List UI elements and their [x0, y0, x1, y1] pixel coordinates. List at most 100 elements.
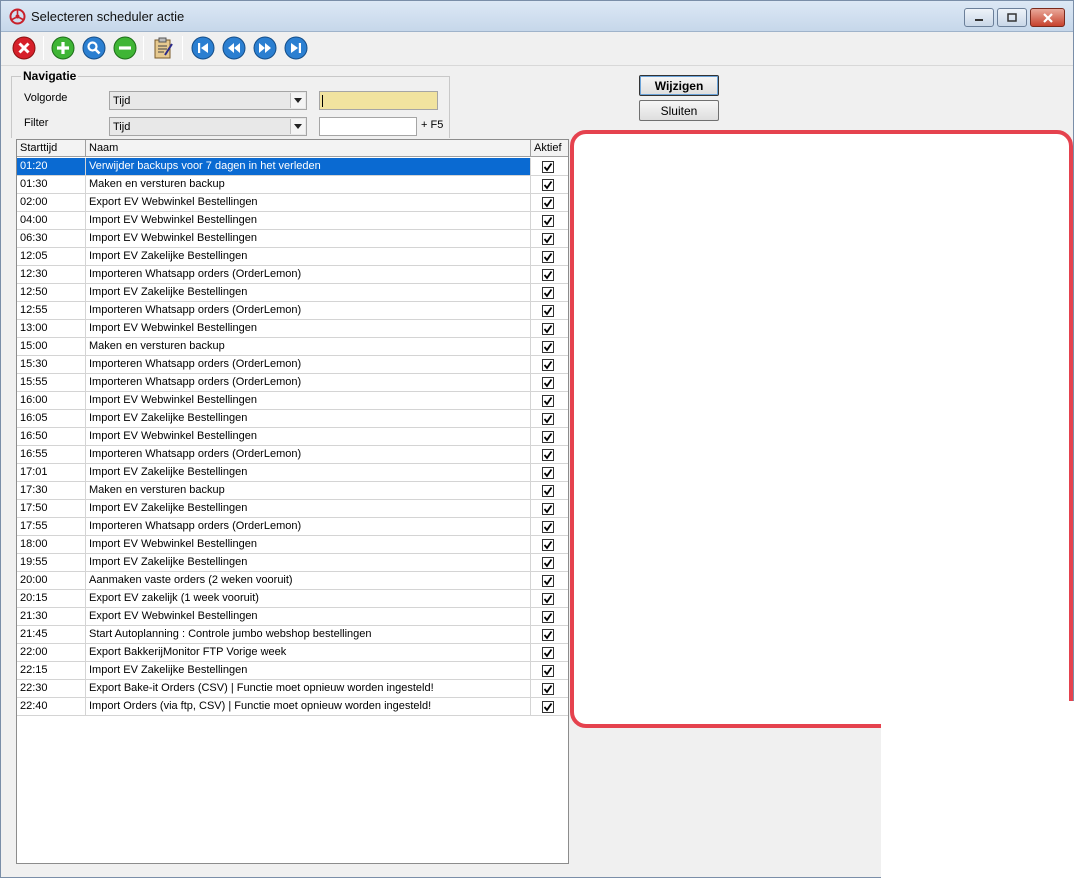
aktief-checkbox[interactable]	[542, 449, 554, 461]
add-icon[interactable]	[50, 35, 76, 61]
table-row[interactable]: 17:30 Maken en versturen backup	[17, 482, 568, 500]
cell-starttijd: 12:50	[17, 284, 86, 301]
chevron-down-icon[interactable]	[290, 119, 305, 134]
table-row[interactable]: 20:00 Aanmaken vaste orders (2 weken voor…	[17, 572, 568, 590]
checkmark-icon	[543, 216, 553, 226]
cell-starttijd: 17:30	[17, 482, 86, 499]
close-button[interactable]	[1030, 8, 1065, 27]
filter-select[interactable]: Tijd	[109, 117, 307, 136]
aktief-checkbox[interactable]	[542, 179, 554, 191]
table-row[interactable]: 01:30 Maken en versturen backup	[17, 176, 568, 194]
aktief-checkbox[interactable]	[542, 305, 554, 317]
aktief-checkbox[interactable]	[542, 287, 554, 299]
next-icon[interactable]	[252, 35, 278, 61]
table-row[interactable]: 21:45 Start Autoplanning : Controle jumbo…	[17, 626, 568, 644]
aktief-checkbox[interactable]	[542, 593, 554, 605]
aktief-checkbox[interactable]	[542, 467, 554, 479]
chevron-down-icon[interactable]	[290, 93, 305, 108]
table-header: Starttijd Naam Aktief	[17, 140, 568, 157]
header-starttijd[interactable]: Starttijd	[17, 140, 86, 157]
wijzigen-button[interactable]: Wijzigen	[639, 75, 719, 96]
aktief-checkbox[interactable]	[542, 251, 554, 263]
aktief-checkbox[interactable]	[542, 557, 554, 569]
delete-icon[interactable]	[11, 35, 37, 61]
aktief-checkbox[interactable]	[542, 161, 554, 173]
remove-icon[interactable]	[112, 35, 138, 61]
table-row[interactable]: 22:00 Export BakkerijMonitor FTP Vorige w…	[17, 644, 568, 662]
filter-label: Filter	[24, 117, 49, 129]
aktief-checkbox[interactable]	[542, 629, 554, 641]
aktief-checkbox[interactable]	[542, 395, 554, 407]
table-row[interactable]: 22:15 Import EV Zakelijke Bestellingen	[17, 662, 568, 680]
aktief-checkbox[interactable]	[542, 521, 554, 533]
table-row[interactable]: 13:00 Import EV Webwinkel Bestellingen	[17, 320, 568, 338]
table-row[interactable]: 02:00 Export EV Webwinkel Bestellingen	[17, 194, 568, 212]
aktief-checkbox[interactable]	[542, 683, 554, 695]
cell-starttijd: 22:30	[17, 680, 86, 697]
table-row[interactable]: 12:05 Import EV Zakelijke Bestellingen	[17, 248, 568, 266]
table-row[interactable]: 19:55 Import EV Zakelijke Bestellingen	[17, 554, 568, 572]
cell-naam: Import EV Zakelijke Bestellingen	[86, 554, 531, 571]
table-row[interactable]: 17:01 Import EV Zakelijke Bestellingen	[17, 464, 568, 482]
last-icon[interactable]	[283, 35, 309, 61]
table-row[interactable]: 04:00 Import EV Webwinkel Bestellingen	[17, 212, 568, 230]
minimize-button[interactable]	[964, 8, 994, 27]
table-row[interactable]: 17:55 Importeren Whatsapp orders (OrderLe…	[17, 518, 568, 536]
table-row[interactable]: 06:30 Import EV Webwinkel Bestellingen	[17, 230, 568, 248]
aktief-checkbox[interactable]	[542, 341, 554, 353]
table-row[interactable]: 16:55 Importeren Whatsapp orders (OrderLe…	[17, 446, 568, 464]
table-row[interactable]: 22:40 Import Orders (via ftp, CSV) | Func…	[17, 698, 568, 716]
cell-starttijd: 22:00	[17, 644, 86, 661]
aktief-checkbox[interactable]	[542, 269, 554, 281]
aktief-checkbox[interactable]	[542, 539, 554, 551]
aktief-checkbox[interactable]	[542, 233, 554, 245]
first-icon[interactable]	[190, 35, 216, 61]
table-row[interactable]: 18:00 Import EV Webwinkel Bestellingen	[17, 536, 568, 554]
title-bar[interactable]: Selecteren scheduler actie	[1, 1, 1073, 32]
table-row[interactable]: 12:55 Importeren Whatsapp orders (OrderLe…	[17, 302, 568, 320]
clipboard-icon[interactable]	[150, 35, 176, 61]
aktief-checkbox[interactable]	[542, 665, 554, 677]
volgorde-select[interactable]: Tijd	[109, 91, 307, 110]
checkmark-icon	[543, 396, 553, 406]
aktief-checkbox[interactable]	[542, 647, 554, 659]
table-row[interactable]: 20:15 Export EV zakelijk (1 week vooruit)	[17, 590, 568, 608]
aktief-checkbox[interactable]	[542, 701, 554, 713]
table-row[interactable]: 15:00 Maken en versturen backup	[17, 338, 568, 356]
table-row[interactable]: 22:30 Export Bake-it Orders (CSV) | Funct…	[17, 680, 568, 698]
filter-input[interactable]	[319, 117, 417, 136]
aktief-checkbox[interactable]	[542, 575, 554, 587]
table-row[interactable]: 01:20 Verwijder backups voor 7 dagen in h…	[17, 158, 568, 176]
maximize-icon	[1007, 13, 1017, 22]
table-row[interactable]: 15:30 Importeren Whatsapp orders (OrderLe…	[17, 356, 568, 374]
search-icon[interactable]	[81, 35, 107, 61]
table-row[interactable]: 15:55 Importeren Whatsapp orders (OrderLe…	[17, 374, 568, 392]
aktief-checkbox[interactable]	[542, 431, 554, 443]
table-row[interactable]: 12:30 Importeren Whatsapp orders (OrderLe…	[17, 266, 568, 284]
aktief-checkbox[interactable]	[542, 485, 554, 497]
header-naam[interactable]: Naam	[86, 140, 531, 157]
aktief-checkbox[interactable]	[542, 215, 554, 227]
search-input[interactable]	[319, 91, 438, 110]
table-row[interactable]: 17:50 Import EV Zakelijke Bestellingen	[17, 500, 568, 518]
aktief-checkbox[interactable]	[542, 377, 554, 389]
table-row[interactable]: 16:50 Import EV Webwinkel Bestellingen	[17, 428, 568, 446]
cell-naam: Maken en versturen backup	[86, 338, 531, 355]
table-row[interactable]: 12:50 Import EV Zakelijke Bestellingen	[17, 284, 568, 302]
aktief-checkbox[interactable]	[542, 503, 554, 515]
toolbar-separator	[43, 36, 44, 60]
sluiten-button[interactable]: Sluiten	[639, 100, 719, 121]
maximize-button[interactable]	[997, 8, 1027, 27]
header-aktief[interactable]: Aktief	[531, 140, 568, 157]
aktief-checkbox[interactable]	[542, 413, 554, 425]
aktief-checkbox[interactable]	[542, 359, 554, 371]
aktief-checkbox[interactable]	[542, 197, 554, 209]
previous-icon[interactable]	[221, 35, 247, 61]
aktief-checkbox[interactable]	[542, 323, 554, 335]
aktief-checkbox[interactable]	[542, 611, 554, 623]
table-row[interactable]: 16:05 Import EV Zakelijke Bestellingen	[17, 410, 568, 428]
table-row[interactable]: 21:30 Export EV Webwinkel Bestellingen	[17, 608, 568, 626]
window-title: Selecteren scheduler actie	[31, 9, 185, 24]
cell-naam: Export EV Webwinkel Bestellingen	[86, 608, 531, 625]
table-row[interactable]: 16:00 Import EV Webwinkel Bestellingen	[17, 392, 568, 410]
